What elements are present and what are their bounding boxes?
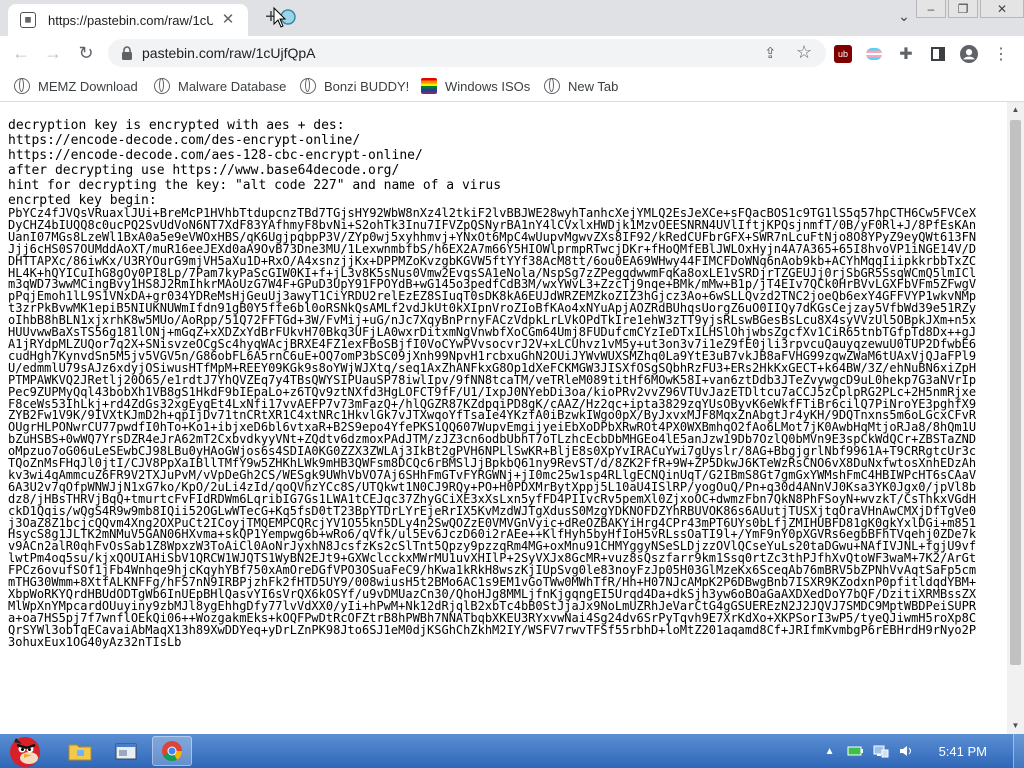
scrollbar-thumb[interactable] [1010,120,1021,665]
share-icon[interactable]: ⇪ [764,44,777,62]
close-window-button[interactable]: ✕ [980,0,1024,18]
network-icon[interactable] [873,744,889,758]
bookmark-star-icon[interactable]: ☆ [796,42,812,63]
taskbar-chrome[interactable] [152,736,192,766]
raw-text: decryption key is encrypted with aes + d… [0,102,990,649]
browser-toolbar: ← → ↻ pastebin.com/raw/1cUjfQpA ⇪ ☆ ub ✚… [0,36,1024,70]
back-arrow-icon[interactable]: ← [10,42,32,64]
chrome-icon [162,741,183,762]
menu-kebab-icon[interactable]: ⋮ [992,45,1010,63]
forward-arrow-icon[interactable]: → [42,42,64,64]
globe-icon [14,78,30,94]
bookmark-malware-database[interactable]: Malware Database [154,76,286,96]
bookmark-bonzi-buddy[interactable]: Bonzi BUDDY! [300,76,409,96]
show-desktop-button[interactable] [1013,734,1024,768]
bookmark-label: Bonzi BUDDY! [324,78,410,94]
bookmark-label: Malware Database [178,78,287,94]
trans-flag-extension-icon[interactable] [865,45,883,63]
window-icon [115,743,137,760]
reload-icon[interactable]: ↻ [75,42,97,64]
ublock-extension-icon[interactable]: ub [834,45,852,63]
address-bar[interactable]: pastebin.com/raw/1cUjfQpA ⇪ ☆ [108,39,826,67]
taskbar: ▲ 5:41 PM [0,734,1024,768]
scroll-down-arrow-icon[interactable]: ▼ [1007,718,1024,734]
taskbar-window-switcher[interactable] [106,736,146,766]
clock-time[interactable]: 5:41 PM [939,744,987,759]
window-controls: – ❐ ✕ [914,0,1024,20]
tab-title: https://pastebin.com/raw/1cUjfQpA [48,12,213,28]
text-line: https://encode-decode.com/des-encrypt-on… [8,133,361,148]
page-content: decryption key is encrypted with aes + d… [0,102,1006,734]
globe-icon [154,78,170,94]
side-panel-icon[interactable] [929,45,947,63]
rainbow-flag-icon [421,78,437,94]
globe-icon [544,78,560,94]
minimize-button[interactable]: – [916,0,946,18]
title-bar: ▦ https://pastebin.com/raw/1cUjfQpA ✕ + … [0,0,1024,36]
tab-active[interactable]: ▦ https://pastebin.com/raw/1cUjfQpA ✕ [8,4,248,36]
encrypted-key-text: PbYCz4fJVQsVRuaxlJUi+BreMcP1HVhbTtdupcnz… [8,206,977,649]
start-button-angry-bird-icon[interactable] [2,730,48,768]
busy-cursor-icon [273,6,296,28]
bookmark-memz-download[interactable]: MEMZ Download [14,76,138,96]
restore-button[interactable]: ❐ [948,0,978,18]
bookmarks-bar: MEMZ Download Malware Database Bonzi BUD… [0,70,1024,102]
folder-icon [68,744,92,761]
system-tray: ▲ 5:41 PM [825,734,1024,768]
bookmark-label: MEMZ Download [38,78,138,94]
show-hidden-icons-arrow-icon[interactable]: ▲ [825,746,835,757]
bookmark-label: Windows ISOs [445,78,531,94]
raw-page-icon: ▦ [20,12,36,28]
bookmark-windows-isos[interactable]: Windows ISOs [421,76,530,96]
battery-icon[interactable] [847,744,863,758]
text-line: decryption key is encrypted with aes + d… [8,118,345,133]
taskbar-explorer[interactable] [60,736,100,766]
tab-search-chevron-icon[interactable]: ⌄ [894,8,914,28]
globe-icon [300,78,316,94]
tab-close-icon[interactable]: ✕ [219,11,237,29]
volume-icon[interactable] [899,744,915,758]
bookmark-new-tab[interactable]: New Tab [544,76,618,96]
lock-icon [122,46,132,60]
text-line: https://encode-decode.com/aes-128-cbc-en… [8,148,423,163]
url-text[interactable]: pastebin.com/raw/1cUjfQpA [142,45,316,61]
profile-avatar-icon[interactable] [960,45,978,63]
text-line: after decrypting use https://www.base64d… [8,163,400,178]
scroll-up-arrow-icon[interactable]: ▲ [1007,102,1024,118]
bookmark-label: New Tab [568,78,619,94]
text-line: hint for decrypting the key: "alt code 2… [8,178,502,193]
extensions-puzzle-icon[interactable]: ✚ [897,45,915,63]
vertical-scrollbar[interactable]: ▲ ▼ [1007,102,1024,734]
